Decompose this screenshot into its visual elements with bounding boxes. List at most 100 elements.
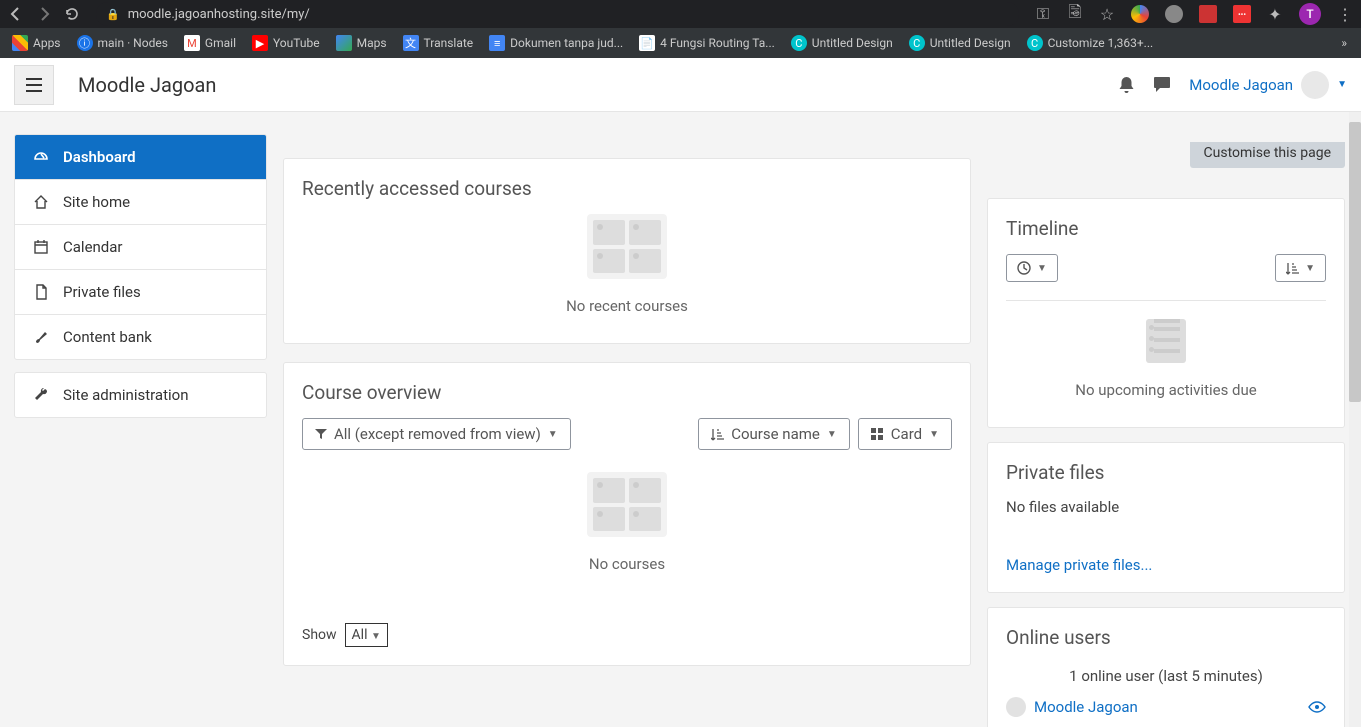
filter-icon (315, 428, 327, 440)
translate-ext-icon[interactable]: 🗟 (1067, 6, 1083, 22)
extension-icon-2[interactable] (1165, 5, 1183, 23)
timeline-filter-button[interactable]: ▼ (1006, 254, 1058, 282)
bookmark-label: Gmail (205, 36, 236, 50)
card-title: Recently accessed courses (302, 177, 952, 200)
scrollbar-thumb[interactable] (1349, 122, 1361, 402)
caret-down-icon: ▼ (1037, 263, 1047, 274)
empty-timeline-icon (1146, 319, 1186, 363)
nav-toggle-button[interactable] (14, 65, 54, 105)
user-avatar-icon (1006, 697, 1026, 717)
sidebar-item-private-files[interactable]: Private files (15, 270, 266, 315)
card-title: Course overview (302, 381, 952, 404)
caret-down-icon: ▼ (1305, 263, 1315, 274)
user-name: Moodle Jagoan (1189, 76, 1293, 94)
filter-all-button[interactable]: All (except removed from view) ▼ (302, 418, 571, 450)
empty-message: No recent courses (302, 289, 952, 325)
bookmark-item[interactable]: 📄 4 Fungsi Routing Ta... (633, 32, 781, 54)
sidebar-item-label: Private files (63, 283, 141, 301)
apps-bookmark[interactable]: Apps (6, 32, 67, 54)
bookmark-item[interactable]: CUntitled Design (903, 32, 1017, 54)
bookmark-item[interactable]: 文Translate (397, 32, 480, 54)
extension-icon-1[interactable] (1131, 5, 1149, 23)
bookmark-icon: ⓘ (77, 35, 93, 51)
forward-button[interactable] (36, 6, 52, 22)
sidebar-item-dashboard[interactable]: Dashboard (15, 135, 266, 180)
extensions-icon[interactable]: ✦ (1267, 6, 1283, 22)
online-user-count: 1 online user (last 5 minutes) (1006, 663, 1326, 689)
canva-icon: C (1027, 35, 1043, 51)
notifications-icon[interactable] (1118, 76, 1135, 94)
bookmarks-bar: Apps ⓘmain · Nodes MGmail ▶YouTube Maps … (0, 28, 1361, 58)
star-icon[interactable]: ☆ (1099, 6, 1115, 22)
calendar-icon (33, 239, 49, 255)
bookmarks-overflow[interactable]: » (1333, 36, 1355, 50)
view-button[interactable]: Card ▼ (858, 418, 952, 450)
canva-icon: C (791, 35, 807, 51)
sidebar-item-label: Content bank (63, 328, 152, 346)
clock-icon (1017, 261, 1031, 275)
manage-files-link[interactable]: Manage private files... (1006, 556, 1152, 574)
user-avatar-icon (1301, 71, 1329, 99)
sidebar: Dashboard Site home Calendar Private fil… (14, 134, 267, 727)
sidebar-item-label: Site administration (63, 386, 188, 404)
private-files-card: Private files No files available Manage … (987, 442, 1345, 593)
main-content: Recently accessed courses No recent cour… (267, 112, 987, 727)
messages-icon[interactable] (1153, 76, 1171, 93)
bookmark-label: main · Nodes (98, 36, 168, 50)
show-select[interactable]: All ▼ (345, 623, 388, 647)
reload-button[interactable] (64, 6, 80, 22)
caret-down-icon: ▼ (929, 429, 939, 440)
caret-down-icon: ▼ (548, 429, 558, 440)
course-overview-card: Course overview All (except removed from… (283, 362, 971, 666)
extension-icon-3[interactable] (1199, 5, 1217, 23)
sort-button[interactable]: Course name ▼ (698, 418, 850, 450)
bookmark-label: Untitled Design (812, 36, 893, 50)
youtube-icon: ▶ (252, 35, 268, 51)
empty-message: No files available (1006, 498, 1326, 516)
home-icon (33, 194, 49, 210)
menu-icon[interactable]: ⋮ (1337, 6, 1353, 22)
translate-icon: 文 (403, 35, 419, 51)
bookmark-item[interactable]: MGmail (178, 32, 242, 54)
extension-icon-4[interactable]: ••• (1233, 5, 1251, 23)
online-users-card: Online users 1 online user (last 5 minut… (987, 607, 1345, 727)
eye-icon[interactable] (1308, 701, 1326, 713)
show-label: Show (302, 627, 337, 643)
file-icon (33, 284, 49, 300)
sidebar-item-label: Calendar (63, 238, 123, 256)
bookmark-icon: 📄 (639, 35, 655, 51)
bookmark-item[interactable]: Maps (330, 32, 393, 54)
filter-label: All (except removed from view) (334, 425, 541, 443)
card-title: Online users (1006, 626, 1326, 649)
sidebar-item-calendar[interactable]: Calendar (15, 225, 266, 270)
key-icon[interactable]: ⚿ (1035, 6, 1051, 22)
bookmark-item[interactable]: C Untitled Design (785, 32, 899, 54)
customise-page-button[interactable]: Customise this page (1190, 142, 1345, 168)
sidebar-item-content-bank[interactable]: Content bank (15, 315, 266, 359)
user-menu[interactable]: Moodle Jagoan ▼ (1189, 71, 1347, 99)
site-title: Moodle Jagoan (78, 73, 216, 97)
profile-avatar[interactable]: T (1299, 3, 1321, 25)
dashboard-icon (33, 149, 49, 165)
online-user-link[interactable]: Moodle Jagoan (1034, 698, 1138, 716)
browser-toolbar: 🔒 moodle.jagoanhosting.site/my/ ⚿ 🗟 ☆ ••… (0, 0, 1361, 28)
empty-message: No upcoming activities due (1006, 373, 1326, 409)
vertical-scrollbar[interactable] (1349, 112, 1361, 727)
sidebar-item-home[interactable]: Site home (15, 180, 266, 225)
back-button[interactable] (8, 6, 24, 22)
timeline-sort-button[interactable]: ▼ (1275, 254, 1326, 282)
sidebar-item-site-admin[interactable]: Site administration (15, 373, 266, 417)
lock-icon: 🔒 (106, 8, 120, 21)
app-header: Moodle Jagoan Moodle Jagoan ▼ (0, 58, 1361, 112)
bookmark-item[interactable]: ≡Dokumen tanpa jud... (483, 32, 629, 54)
online-user-row: Moodle Jagoan (1006, 697, 1326, 717)
bookmark-item[interactable]: ▶YouTube (246, 32, 326, 54)
bookmark-item[interactable]: ⓘ main · Nodes (71, 32, 174, 54)
caret-down-icon: ▼ (1337, 79, 1347, 90)
view-label: Card (891, 425, 922, 443)
bookmark-item[interactable]: CCustomize 1,363+... (1021, 32, 1160, 54)
empty-message: No courses (302, 547, 952, 583)
address-bar[interactable]: 🔒 moodle.jagoanhosting.site/my/ (96, 2, 1019, 26)
bookmark-label: 4 Fungsi Routing Ta... (660, 36, 775, 50)
grid-icon (871, 428, 884, 441)
